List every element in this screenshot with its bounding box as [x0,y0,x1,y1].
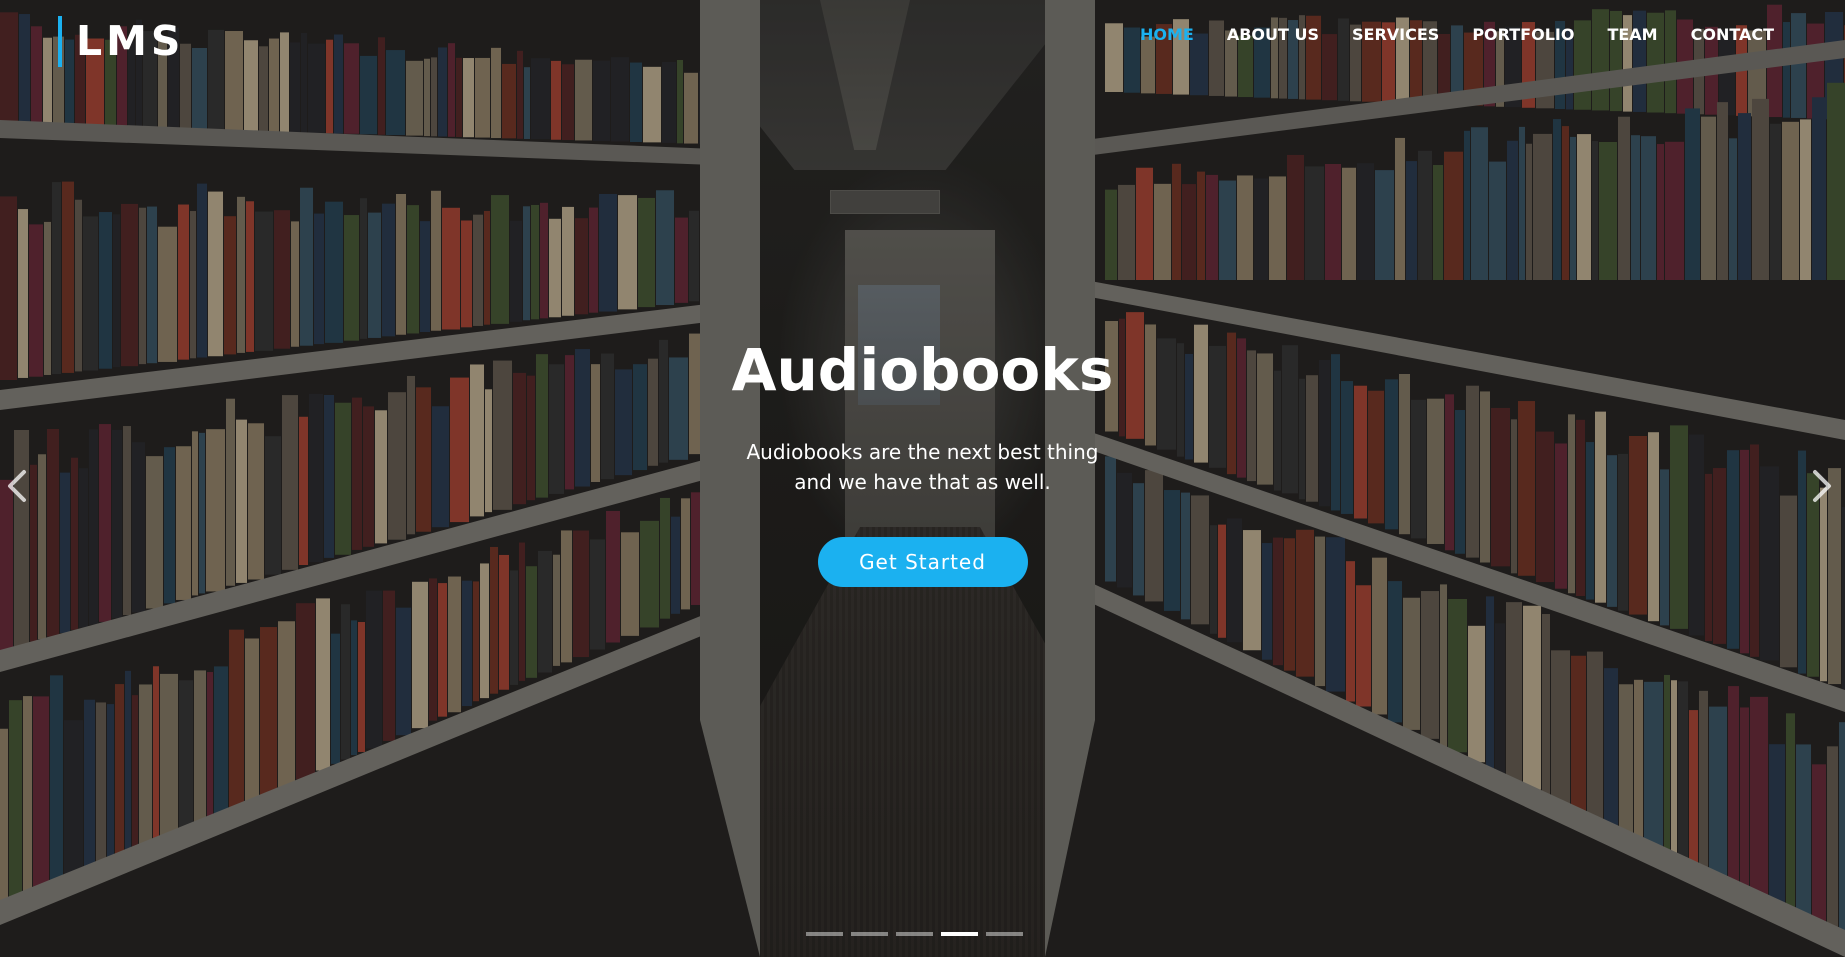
carousel-next-button[interactable] [1809,466,1835,506]
carousel-indicator-5[interactable] [986,932,1023,936]
nav-item-about-us[interactable]: ABOUT US [1227,25,1319,44]
hero-carousel: LMS HOME ABOUT US SERVICES PORTFOLIO TEA… [0,0,1845,957]
carousel-indicator-2[interactable] [851,932,888,936]
nav-item-portfolio[interactable]: PORTFOLIO [1472,25,1574,44]
main-nav: HOME ABOUT US SERVICES PORTFOLIO TEAM CO… [1140,25,1807,44]
nav-item-team[interactable]: TEAM [1607,25,1657,44]
carousel-indicators [806,932,1023,936]
hero-title: Audiobooks [731,336,1114,404]
nav-item-home[interactable]: HOME [1140,25,1194,44]
chevron-right-icon [1813,470,1831,502]
carousel-indicator-1[interactable] [806,932,843,936]
carousel-prev-button[interactable] [4,466,30,506]
nav-item-contact[interactable]: CONTACT [1691,25,1774,44]
carousel-indicator-3[interactable] [896,932,933,936]
get-started-button[interactable]: Get Started [817,537,1028,587]
carousel-indicator-4[interactable] [941,932,978,936]
chevron-left-icon [8,470,26,502]
nav-item-services[interactable]: SERVICES [1352,25,1439,44]
hero-content: Audiobooks Audiobooks are the next best … [0,335,1845,587]
site-logo[interactable]: LMS [58,16,184,67]
site-header: LMS HOME ABOUT US SERVICES PORTFOLIO TEA… [0,0,1845,80]
hero-subtitle: Audiobooks are the next best thing and w… [746,440,1099,494]
